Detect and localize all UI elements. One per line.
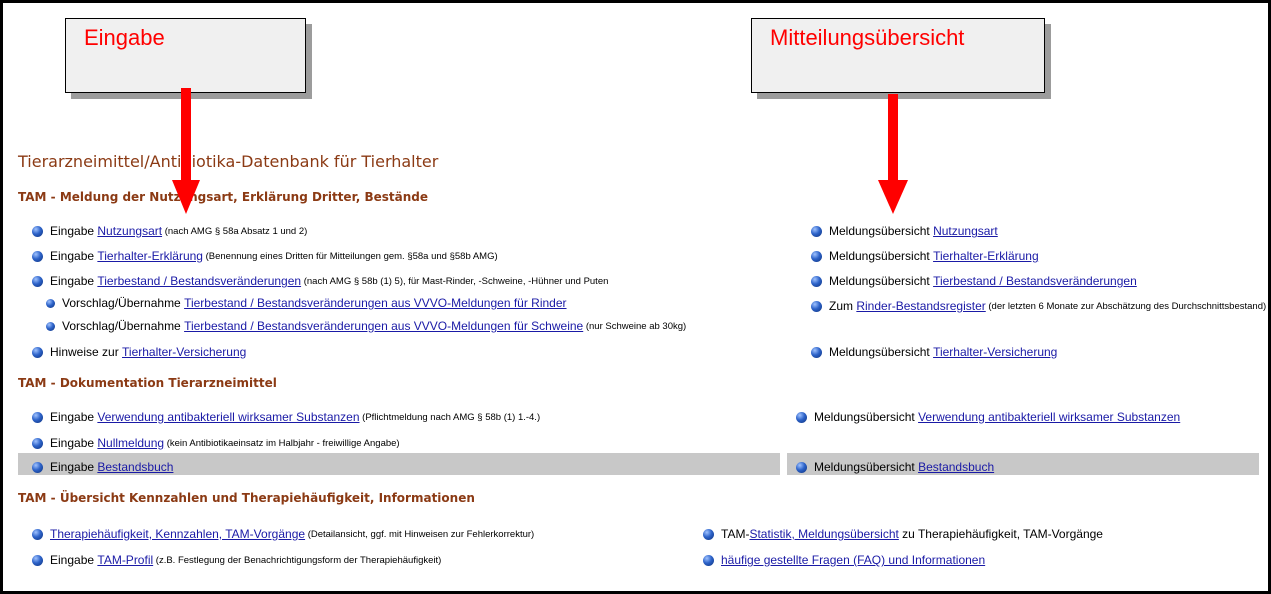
bullet-icon [32, 250, 43, 262]
list-item-therapiehaeufigkeit: Therapiehäufigkeit, Kennzahlen, TAM-Vorg… [32, 527, 534, 541]
bullet-icon [811, 275, 822, 287]
link-tierbestand[interactable]: Tierbestand / Bestandsveränderungen [97, 274, 301, 288]
link-uebersicht-tierhalter-erklaerung[interactable]: Tierhalter-Erklärung [933, 249, 1039, 263]
bullet-icon [811, 346, 822, 358]
bullet-icon [32, 437, 43, 449]
link-bestandsbuch[interactable]: Bestandsbuch [97, 460, 173, 474]
link-faq[interactable]: häufige gestellte Fragen (FAQ) und Infor… [721, 553, 985, 567]
list-item-eingabe-verwendung: Eingabe Verwendung antibakteriell wirksa… [32, 410, 540, 424]
list-item-uebersicht-nutzungsart: Meldungsübersicht Nutzungsart [811, 224, 998, 238]
bullet-icon [703, 554, 714, 566]
link-tam-profil[interactable]: TAM-Profil [97, 553, 153, 567]
list-item-rinder-bestandsregister: Zum Rinder-Bestandsregister (der letzten… [811, 299, 1266, 313]
link-nullmeldung[interactable]: Nullmeldung [97, 436, 164, 450]
link-uebersicht-bestandsbuch[interactable]: Bestandsbuch [918, 460, 994, 474]
link-vvvo-rinder[interactable]: Tierbestand / Bestandsveränderungen aus … [184, 296, 566, 310]
list-item-uebersicht-verwendung: Meldungsübersicht Verwendung antibakteri… [796, 410, 1180, 424]
list-item-uebersicht-bestandsbuch: Meldungsübersicht Bestandsbuch [796, 460, 994, 474]
annotation-eingabe-label: Eingabe [84, 25, 165, 50]
link-uebersicht-tierhalter-versicherung[interactable]: Tierhalter-Versicherung [933, 345, 1057, 359]
list-item-eingabe-nutzungsart: Eingabe Nutzungsart (nach AMG § 58a Absa… [32, 224, 307, 238]
bullet-icon [46, 321, 55, 331]
link-statistik-meldungsuebersicht[interactable]: Statistik, Meldungsübersicht [749, 527, 898, 541]
link-therapiehaeufigkeit[interactable]: Therapiehäufigkeit, Kennzahlen, TAM-Vorg… [50, 527, 305, 541]
list-item-uebersicht-tierbestand: Meldungsübersicht Tierbestand / Bestands… [811, 274, 1137, 288]
list-item-hinweise-versicherung: Hinweise zur Tierhalter-Versicherung [32, 345, 246, 359]
bullet-icon [32, 528, 43, 540]
bullet-icon [703, 528, 714, 540]
link-rinder-bestandsregister[interactable]: Rinder-Bestandsregister [856, 299, 985, 313]
annotation-eingabe: Eingabe [65, 18, 306, 93]
bullet-icon [46, 298, 55, 308]
section-heading-dokumentation: TAM - Dokumentation Tierarzneimittel [18, 376, 277, 390]
page-title: Tierarzneimittel/Antibiotika-Datenbank f… [18, 152, 439, 171]
bullet-icon [32, 346, 43, 358]
list-item-eingabe-bestandsbuch: Eingabe Bestandsbuch [32, 460, 173, 474]
list-item-eingabe-nullmeldung: Eingabe Nullmeldung (kein Antibiotikaein… [32, 436, 400, 450]
section-heading-uebersicht: TAM - Übersicht Kennzahlen und Therapieh… [18, 491, 475, 505]
arrow-down-icon [878, 94, 908, 214]
link-verwendung-antibakteriell[interactable]: Verwendung antibakteriell wirksamer Subs… [97, 410, 359, 424]
link-vvvo-schweine[interactable]: Tierbestand / Bestandsveränderungen aus … [184, 319, 583, 333]
bullet-icon [811, 250, 822, 262]
bullet-icon [32, 225, 43, 237]
bullet-icon [32, 554, 43, 566]
link-nutzungsart[interactable]: Nutzungsart [97, 224, 162, 238]
annotation-mitteilungsuebersicht: Mitteilungsübersicht [751, 18, 1045, 93]
annotation-mitteilungsuebersicht-label: Mitteilungsübersicht [770, 25, 965, 50]
list-item-tam-profil: Eingabe TAM-Profil (z.B. Festlegung der … [32, 553, 441, 567]
link-tierhalter-erklaerung[interactable]: Tierhalter-Erklärung [97, 249, 203, 263]
list-item-faq: häufige gestellte Fragen (FAQ) und Infor… [703, 553, 985, 567]
link-uebersicht-tierbestand[interactable]: Tierbestand / Bestandsveränderungen [933, 274, 1137, 288]
list-item-eingabe-tierbestand: Eingabe Tierbestand / Bestandsveränderun… [32, 274, 608, 288]
bullet-icon [32, 275, 43, 287]
bullet-icon [811, 300, 822, 312]
list-item-uebersicht-tierhalter-erklaerung: Meldungsübersicht Tierhalter-Erklärung [811, 249, 1039, 263]
bullet-icon [796, 461, 807, 473]
list-item-vorschlag-schweine: Vorschlag/Übernahme Tierbestand / Bestan… [46, 319, 686, 333]
link-uebersicht-verwendung-antibakteriell[interactable]: Verwendung antibakteriell wirksamer Subs… [918, 410, 1180, 424]
bullet-icon [811, 225, 822, 237]
arrow-down-icon [172, 88, 200, 214]
list-item-tam-statistik: TAM- Statistik, Meldungsübersicht zu The… [703, 527, 1103, 541]
section-heading-meldung: TAM - Meldung der Nutzungsart, Erklärung… [18, 190, 428, 204]
list-item-eingabe-tierhalter-erklaerung: Eingabe Tierhalter-Erklärung (Benennung … [32, 249, 498, 263]
link-tierhalter-versicherung[interactable]: Tierhalter-Versicherung [122, 345, 246, 359]
bullet-icon [32, 461, 43, 473]
bullet-icon [32, 411, 43, 423]
list-item-uebersicht-versicherung: Meldungsübersicht Tierhalter-Versicherun… [811, 345, 1057, 359]
list-item-vorschlag-rinder: Vorschlag/Übernahme Tierbestand / Bestan… [46, 296, 567, 310]
link-uebersicht-nutzungsart[interactable]: Nutzungsart [933, 224, 998, 238]
bullet-icon [796, 411, 807, 423]
